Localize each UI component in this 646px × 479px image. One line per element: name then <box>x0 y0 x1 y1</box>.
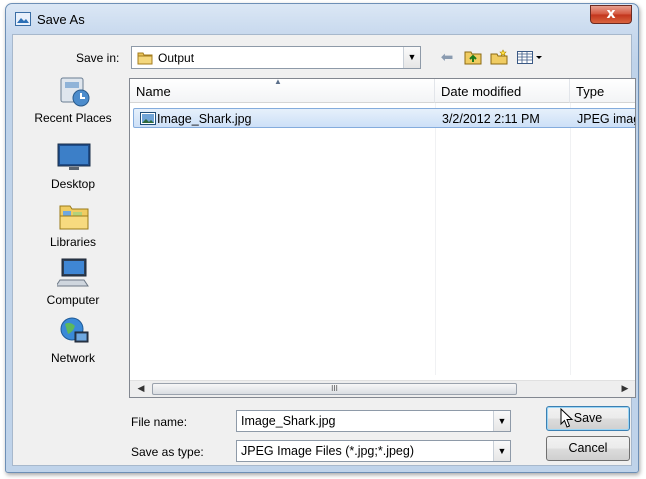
place-libraries[interactable]: Libraries <box>23 198 123 252</box>
place-label: Desktop <box>50 177 96 191</box>
save-in-value: Output <box>158 51 195 65</box>
close-button[interactable]: x <box>590 5 632 24</box>
place-recent-places[interactable]: Recent Places <box>23 74 123 128</box>
libraries-icon <box>59 205 89 230</box>
close-icon: x <box>606 6 616 22</box>
cancel-button-label: Cancel <box>568 441 608 455</box>
recent-places-icon <box>60 77 90 107</box>
place-network[interactable]: Network <box>23 314 123 368</box>
save-button-label: Save <box>573 411 603 425</box>
column-header-name[interactable]: Name ▲ <box>130 79 435 103</box>
jpeg-file-icon <box>140 112 156 125</box>
file-list[interactable]: Name ▲ Date modified Type Image_Shark.jp… <box>129 78 636 398</box>
place-desktop[interactable]: Desktop <box>23 140 123 194</box>
scroll-grip: III <box>331 384 338 393</box>
save-as-type-label: Save as type: <box>131 445 204 459</box>
file-name-label: File name: <box>131 415 188 429</box>
horizontal-scrollbar[interactable]: ◀ III ▶ <box>130 380 635 397</box>
network-icon <box>60 317 89 343</box>
save-as-dialog: Save As x Save in: Output ▼ ⬅ Recent Pla… <box>5 3 639 473</box>
cancel-button[interactable]: Cancel <box>546 436 630 461</box>
column-name-label: Name <box>136 84 171 99</box>
column-date-label: Date modified <box>441 84 522 99</box>
mouse-cursor-icon <box>560 408 574 428</box>
chevron-down-icon[interactable]: ▼ <box>403 47 420 68</box>
file-name-value: Image_Shark.jpg <box>241 414 336 428</box>
title-bar[interactable]: Save As x <box>6 4 638 34</box>
scroll-right-icon[interactable]: ▶ <box>618 383 632 394</box>
app-icon <box>15 12 31 26</box>
file-name-cell: Image_Shark.jpg <box>157 112 252 126</box>
place-label: Recent Places <box>34 111 112 125</box>
save-as-type-value: JPEG Image Files (*.jpg;*.jpeg) <box>241 444 414 458</box>
column-divider <box>435 103 436 375</box>
back-icon[interactable]: ⬅ <box>437 48 457 66</box>
chevron-down-icon[interactable]: ▼ <box>493 441 510 461</box>
file-type-cell: JPEG imag <box>577 112 636 126</box>
column-header-date[interactable]: Date modified <box>435 79 570 103</box>
scroll-left-icon[interactable]: ◀ <box>134 383 148 394</box>
save-in-combo[interactable]: Output ▼ <box>131 46 421 69</box>
views-menu-icon[interactable] <box>515 48 545 66</box>
computer-icon <box>57 258 89 287</box>
table-row[interactable]: Image_Shark.jpg 3/2/2012 2:11 PM JPEG im… <box>133 108 636 128</box>
place-label: Network <box>50 351 95 365</box>
save-in-label: Save in: <box>76 51 120 65</box>
scrollbar-thumb[interactable]: III <box>152 383 517 395</box>
column-type-label: Type <box>576 84 605 99</box>
window-title: Save As <box>37 12 85 27</box>
places-bar: Recent Places Desktop Libraries Computer… <box>23 74 125 404</box>
place-label: Computer <box>46 293 100 307</box>
up-folder-icon[interactable] <box>463 48 483 66</box>
place-computer[interactable]: Computer <box>23 256 123 310</box>
dialog-body: Save in: Output ▼ ⬅ Recent Places Deskto… <box>12 34 636 466</box>
sort-ascending-icon: ▲ <box>274 78 282 86</box>
new-folder-icon[interactable] <box>489 48 509 66</box>
column-header-type[interactable]: Type <box>570 79 635 103</box>
column-divider <box>570 103 571 375</box>
folder-icon <box>137 52 153 65</box>
place-label: Libraries <box>49 235 97 249</box>
desktop-icon <box>57 143 91 170</box>
file-date-cell: 3/2/2012 2:11 PM <box>442 112 540 126</box>
save-as-type-select[interactable]: JPEG Image Files (*.jpg;*.jpeg) ▼ <box>236 440 511 462</box>
navigation-toolbar: ⬅ <box>437 47 545 67</box>
save-button[interactable]: Save <box>546 406 630 431</box>
file-name-input[interactable]: Image_Shark.jpg ▼ <box>236 410 511 432</box>
chevron-down-icon[interactable]: ▼ <box>493 411 510 431</box>
